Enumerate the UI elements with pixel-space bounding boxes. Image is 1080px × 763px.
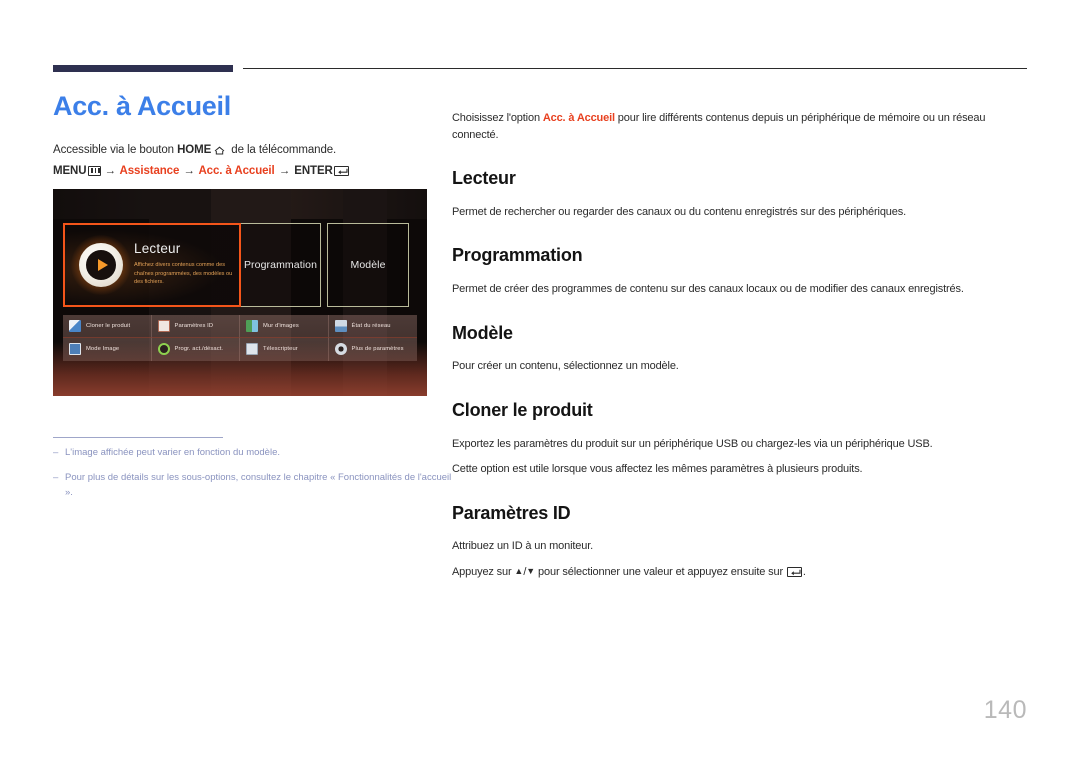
intro-highlight: Acc. à Accueil (542, 112, 615, 124)
tv-shortcut-mode-image[interactable]: Mode Image (63, 337, 152, 361)
section-modele: Modèle Pour créer un contenu, sélectionn… (452, 322, 1028, 375)
path-arrow-2: → (183, 164, 195, 177)
section-paragraph: Pour créer un contenu, sélectionnez un m… (452, 360, 679, 373)
intro-paragraph: Choisissez l'option Acc. à Accueil pour … (452, 110, 1028, 143)
footnote-text: Pour plus de détails sur les sous-option… (65, 472, 452, 498)
tv-shortcut-grid: Cloner le produit Paramètres ID Mur d'im… (63, 314, 417, 361)
page-number: 140 (983, 696, 1027, 724)
clone-product-icon (69, 319, 81, 332)
tv-shortcut-plus-de-parametres[interactable]: Plus de paramètres (328, 337, 417, 361)
tv-tile-lecteur-title: Lecteur (134, 241, 181, 257)
footnote-dash: ‒ (53, 447, 59, 458)
section-key-instruction: Appuyez sur ▲/▼ pour sélectionner une va… (452, 564, 1028, 581)
section-programmation: Programmation Permet de créer des progra… (452, 245, 1028, 297)
id-settings-icon (157, 319, 170, 332)
tv-shortcut-label: Cloner le produit (86, 322, 131, 329)
left-column: Acc. à Accueil Accessible via le bouton … (53, 91, 443, 396)
tv-shortcut-label: Progr. act./désact. (174, 346, 224, 353)
tv-shortcut-mur-d-images[interactable]: Mur d'images (240, 314, 329, 338)
section-parametres-id: Paramètres ID Attribuez un ID à un monit… (452, 502, 1028, 581)
arrow-up-icon: ▲ (514, 565, 524, 576)
footnote-dash: ‒ (53, 472, 59, 484)
footnote-item: ‒ Pour plus de détails sur les sous-opti… (53, 471, 453, 500)
page-title: Acc. à Accueil (53, 91, 231, 121)
tv-background-top (53, 188, 427, 219)
tv-tile-row: Lecteur Affichez divers contenus comme d… (63, 222, 417, 307)
tv-home-screenshot: Lecteur Affichez divers contenus comme d… (53, 188, 427, 396)
section-heading: Programmation (452, 245, 583, 266)
menu-label: MENU (53, 164, 87, 177)
tv-shortcut-parametres-id[interactable]: Paramètres ID (151, 314, 240, 338)
path-arrow-1: → (104, 164, 116, 177)
header-accent-bar (53, 65, 233, 72)
section-heading: Paramètres ID (452, 502, 571, 523)
key-before: Appuyez sur (452, 565, 515, 578)
manual-page: Acc. à Accueil Accessible via le bouton … (0, 0, 1080, 763)
section-lecteur: Lecteur Permet de rechercher ou regarder… (452, 168, 1028, 220)
tv-tile-modele[interactable]: Modèle (327, 222, 409, 307)
section-paragraph: Attribuez un ID à un moniteur. (452, 540, 594, 553)
video-wall-icon (246, 319, 258, 332)
menu-icon (88, 165, 102, 176)
tv-tile-modele-label: Modèle (350, 258, 386, 271)
footnote-list: ‒ L'image affichée peut varier en foncti… (53, 446, 453, 511)
on-off-timer-icon (157, 343, 170, 356)
picture-mode-icon (69, 343, 81, 356)
footnote-item: ‒ L'image affichée peut varier en foncti… (53, 446, 453, 460)
tv-shortcut-etat-du-reseau[interactable]: État du réseau (328, 314, 417, 338)
section-cloner-le-produit: Cloner le produit Exportez les paramètre… (452, 399, 1028, 478)
tv-shortcut-progr-act-desact[interactable]: Progr. act./désact. (151, 337, 240, 361)
tv-tile-programmation[interactable]: Programmation (241, 222, 321, 307)
menu-step-assistance: Assistance (119, 164, 180, 177)
tv-shortcut-label: Mur d'images (263, 322, 299, 329)
menu-path: MENU → Assistance → Acc. à Accueil → ENTE… (53, 165, 443, 177)
section-heading: Modèle (452, 322, 513, 343)
more-settings-icon (334, 343, 347, 356)
section-paragraph: Permet de rechercher ou regarder des can… (452, 205, 906, 218)
enter-label: ENTER (294, 164, 333, 177)
section-paragraph: Permet de créer des programmes de conten… (452, 283, 964, 296)
tv-shortcut-label: Mode Image (86, 346, 120, 353)
footnote-text: L'image affichée peut varier en fonction… (65, 447, 280, 458)
tv-shortcut-label: Plus de paramètres (351, 346, 404, 353)
path-arrow-3: → (278, 164, 291, 177)
ticker-icon (246, 343, 258, 356)
tv-shortcut-cloner-le-produit[interactable]: Cloner le produit (63, 314, 152, 338)
section-heading: Lecteur (452, 168, 516, 188)
play-icon (71, 234, 131, 295)
tv-shortcut-label: Télescripteur (263, 346, 298, 353)
access-suffix: de la télécommande. (228, 143, 337, 156)
intro-before: Choisissez l'option (452, 112, 543, 124)
header-rule (243, 68, 1027, 69)
tv-tile-lecteur-description: Affichez divers contenus comme des chaîn… (134, 262, 233, 286)
home-icon (214, 146, 225, 158)
key-middle: pour sélectionner une valeur et appuyez … (535, 565, 786, 578)
section-heading: Cloner le produit (452, 399, 593, 420)
key-after: . (802, 565, 806, 578)
network-status-icon (334, 319, 347, 332)
menu-step-acc-accueil: Acc. à Accueil (198, 164, 275, 177)
tv-tile-programmation-label: Programmation (243, 258, 318, 271)
access-prefix: Accessible via le bouton (53, 143, 178, 156)
right-column: Choisissez l'option Acc. à Accueil pour … (452, 99, 1028, 580)
section-paragraph: Cette option est utile lorsque vous affe… (452, 463, 863, 476)
access-instruction: Accessible via le bouton HOME de la télé… (53, 144, 443, 158)
enter-key-icon (333, 165, 349, 176)
arrow-down-icon: ▼ (526, 565, 536, 576)
tv-shortcut-telescripteur[interactable]: Télescripteur (240, 337, 329, 361)
tv-shortcut-label: État du réseau (351, 322, 391, 329)
tv-shortcut-label: Paramètres ID (174, 322, 214, 329)
home-button-label: HOME (177, 143, 212, 156)
footnote-divider (53, 437, 223, 438)
tv-tile-lecteur[interactable]: Lecteur Affichez divers contenus comme d… (63, 222, 241, 307)
enter-key-icon (786, 566, 802, 577)
section-paragraph: Exportez les paramètres du produit sur u… (452, 437, 933, 450)
